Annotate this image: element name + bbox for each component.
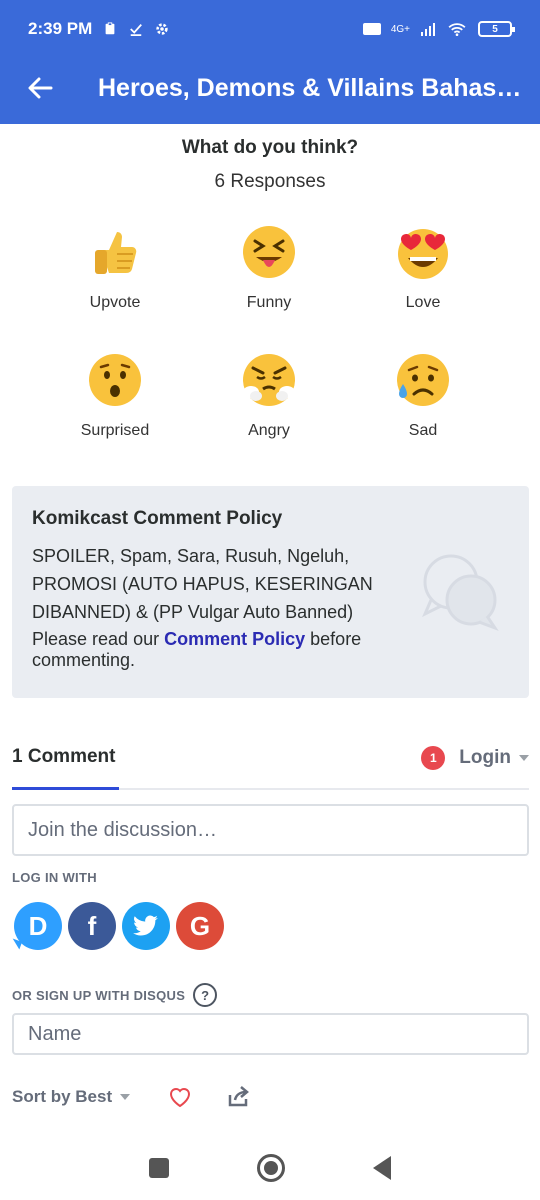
page-title: Heroes, Demons & Villains Bahasa Indones… — [98, 73, 528, 102]
sort-label: Sort by Best — [12, 1087, 113, 1106]
gear-icon — [156, 23, 168, 35]
system-back-button[interactable] — [373, 1156, 391, 1180]
back-button[interactable] — [0, 58, 80, 118]
sign-up-label: OR SIGN UP WITH DISQUS — [12, 987, 186, 1003]
reaction-label: Love — [405, 294, 441, 311]
discussion-input[interactable]: Join the discussion… — [12, 804, 529, 856]
sad-sweat-emoji-icon — [397, 354, 449, 406]
reaction-label: Angry — [248, 422, 290, 439]
social-login-buttons: D f G — [14, 902, 224, 950]
sign-up-with-disqus: OR SIGN UP WITH DISQUS ? — [12, 983, 218, 1007]
system-nav-bar — [0, 1136, 540, 1200]
comment-tabs: 1 Comment 1 Login — [12, 738, 529, 790]
network-type: 4G+ — [390, 23, 410, 35]
reaction-upvote[interactable]: Upvote — [38, 220, 192, 328]
reaction-funny[interactable]: Funny — [192, 220, 346, 328]
signal-icon — [421, 23, 435, 36]
policy-title: Komikcast Comment Policy — [32, 508, 283, 529]
comment-policy-link[interactable]: Comment Policy — [164, 629, 305, 649]
heart-icon[interactable] — [168, 1085, 192, 1109]
facebook-login-button[interactable]: f — [68, 902, 116, 950]
recent-apps-button[interactable] — [149, 1158, 169, 1178]
angry-steam-emoji-icon — [243, 354, 295, 406]
heart-eyes-emoji-icon — [398, 229, 448, 279]
reactions-question: What do you think? — [181, 137, 359, 158]
log-in-with-label: LOG IN WITH — [12, 870, 97, 885]
google-icon: G — [189, 910, 211, 941]
reaction-label: Funny — [246, 294, 292, 311]
reactions-count: 6 Responses — [214, 171, 326, 192]
twitter-bird-icon — [133, 915, 158, 936]
policy-text: SPOILER, Spam, Sara, Rusuh, Ngeluh, PROM… — [32, 546, 373, 622]
name-field[interactable]: Name — [12, 1013, 529, 1055]
disqus-icon: D — [28, 910, 48, 941]
active-tab-indicator — [12, 787, 119, 790]
login-menu[interactable]: 1 Login — [421, 746, 529, 770]
policy-read-prefix: Please read our — [32, 629, 160, 649]
home-icon — [264, 1161, 278, 1175]
status-bar: 2:39 PM 4G+ 5 — [0, 0, 540, 58]
sort-bar: Sort by Best — [12, 1085, 250, 1109]
status-right-icons: 4G+ 5 — [362, 21, 515, 37]
wifi-icon — [448, 23, 466, 36]
tongue-squint-emoji-icon — [243, 226, 295, 278]
surprised-emoji-icon — [89, 354, 141, 406]
comment-policy-box: Komikcast Comment Policy SPOILER, Spam, … — [12, 486, 529, 698]
chevron-down-icon — [120, 1094, 131, 1100]
reaction-label: Upvote — [89, 294, 141, 311]
volte-icon — [362, 23, 381, 35]
clipboard-icon — [105, 22, 115, 35]
reaction-label: Surprised — [80, 422, 150, 439]
toolbar: Heroes, Demons & Villains Bahasa Indones… — [0, 58, 540, 118]
home-button[interactable] — [257, 1154, 285, 1182]
reactions-grid: Upvote Funny Love Surprised Angry Sad — [38, 220, 502, 456]
check-download-icon — [130, 24, 143, 36]
help-icon[interactable]: ? — [193, 983, 218, 1007]
disqus-login-button[interactable]: D — [14, 902, 62, 950]
reaction-sad[interactable]: Sad — [346, 348, 500, 456]
thumbs-up-emoji-icon — [95, 232, 137, 274]
status-left-icons — [102, 22, 170, 36]
reaction-label: Sad — [408, 422, 438, 439]
tab-comments[interactable]: 1 Comment — [12, 746, 115, 768]
facebook-icon: f — [87, 910, 97, 941]
status-time: 2:39 PM — [28, 19, 93, 38]
reaction-angry[interactable]: Angry — [192, 348, 346, 456]
twitter-login-button[interactable] — [122, 902, 170, 950]
arrow-left-icon — [28, 77, 53, 99]
notification-badge[interactable]: 1 — [421, 746, 446, 770]
chevron-down-icon — [519, 755, 529, 761]
policy-read-line: Please read our Comment Policy before co… — [32, 629, 412, 671]
reaction-surprised[interactable]: Surprised — [38, 348, 192, 456]
share-icon[interactable] — [226, 1085, 250, 1109]
google-login-button[interactable]: G — [176, 902, 224, 950]
login-label: Login — [459, 747, 511, 768]
sort-dropdown[interactable]: Sort by Best — [12, 1087, 131, 1107]
battery-icon: 5 — [478, 21, 515, 37]
chat-bubbles-icon — [422, 554, 499, 632]
app-bar: 2:39 PM 4G+ 5 Heroes, Demons & Villains … — [0, 0, 540, 124]
reaction-love[interactable]: Love — [346, 220, 500, 328]
